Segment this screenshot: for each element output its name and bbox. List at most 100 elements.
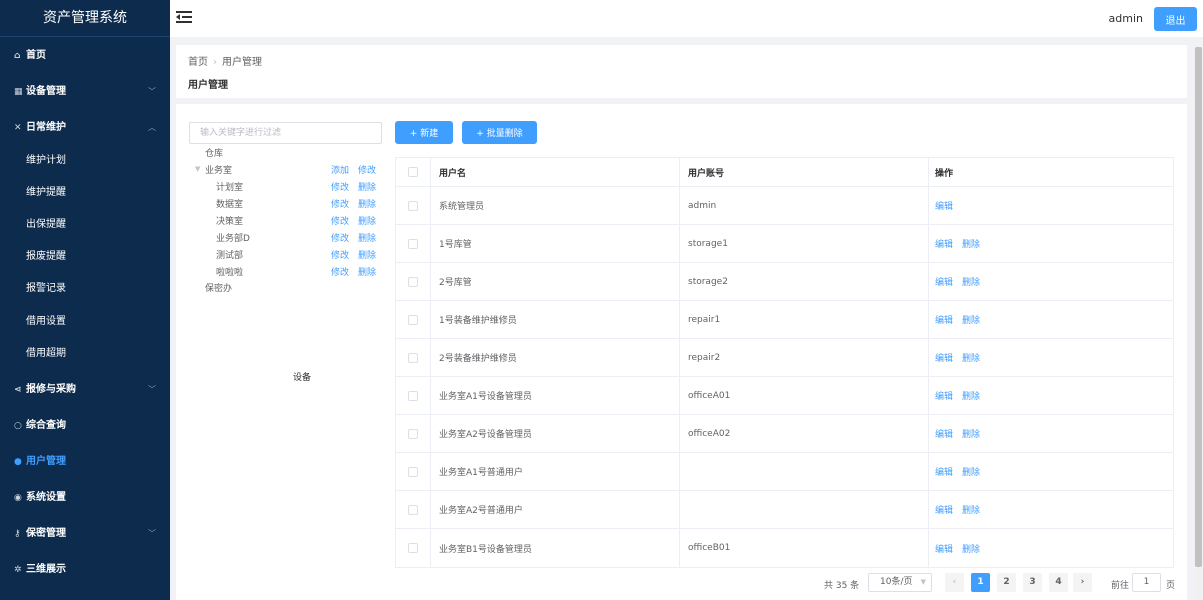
delete-link[interactable]: 删除 [962, 427, 980, 440]
edit-link[interactable]: 编辑 [935, 275, 953, 288]
tree-node-action[interactable]: 删除 [358, 180, 376, 193]
cell-account: repair2 [679, 339, 928, 376]
sidebar-item-0[interactable]: ⌂ 首页 [0, 41, 170, 71]
tree-node-action[interactable]: 删除 [358, 231, 376, 244]
edit-link[interactable]: 编辑 [935, 427, 953, 440]
sidebar-item-label: 出保提醒 [26, 219, 66, 230]
sidebar-item-label: 保密管理 [26, 528, 66, 539]
edit-link[interactable]: 编辑 [935, 351, 953, 364]
edit-link[interactable]: 编辑 [935, 237, 953, 250]
delete-link[interactable]: 删除 [962, 503, 980, 516]
share-icon: ⋖ [14, 385, 22, 395]
delete-link[interactable]: 删除 [962, 351, 980, 364]
pagination-total: 共 35 条 [824, 581, 860, 591]
next-page-button[interactable]: › [1073, 573, 1092, 592]
row-checkbox[interactable] [408, 390, 418, 401]
tree-node-action[interactable]: 修改 [331, 197, 349, 210]
tree-expand-icon[interactable]: ▼ [195, 165, 200, 173]
pagination: 共 35 条 10条/页 ▼ ‹ 1234 › 前往 1 页 [176, 573, 1187, 593]
menu-toggle-icon[interactable] [176, 9, 192, 25]
tree-node-action[interactable]: 删除 [358, 214, 376, 227]
cell-actions: 编辑 删除 [928, 453, 1175, 490]
scrollbar-thumb[interactable] [1195, 47, 1202, 567]
sidebar-item-9[interactable]: 借用超期 [0, 339, 170, 369]
prev-page-button[interactable]: ‹ [945, 573, 964, 592]
sidebar-item-1[interactable]: ▦ 设备管理 ﹀ [0, 77, 170, 107]
edit-link[interactable]: 编辑 [935, 542, 953, 555]
sidebar-item-11[interactable]: ○ 综合查询 [0, 411, 170, 441]
cell-username: 2号库管 [430, 263, 679, 300]
row-checkbox[interactable] [408, 200, 418, 211]
tree-node-label[interactable]: 决策室 [216, 214, 243, 227]
sidebar-item-3[interactable]: 维护计划 [0, 146, 170, 176]
page-button[interactable]: 4 [1049, 573, 1068, 592]
edit-link[interactable]: 编辑 [935, 465, 953, 478]
breadcrumb-home[interactable]: 首页 [188, 57, 208, 68]
tree-node-action[interactable]: 删除 [358, 248, 376, 261]
sidebar-item-10[interactable]: ⋖ 报修与采购 ﹀ [0, 375, 170, 405]
tree-node-action[interactable]: 修改 [331, 180, 349, 193]
tree-node-label[interactable]: 保密办 [205, 281, 232, 294]
sidebar-item-14[interactable]: ⚷ 保密管理 ﹀ [0, 519, 170, 549]
delete-link[interactable]: 删除 [962, 389, 980, 402]
logout-button[interactable]: 退出 [1154, 7, 1197, 31]
tree-node-action[interactable]: 修改 [331, 231, 349, 244]
delete-link[interactable]: 删除 [962, 237, 980, 250]
tree-node-action[interactable]: 删除 [358, 197, 376, 210]
sidebar-item-13[interactable]: ◉ 系统设置 [0, 483, 170, 513]
row-checkbox[interactable] [408, 428, 418, 439]
delete-link[interactable]: 删除 [962, 542, 980, 555]
tree-node-action[interactable]: 修改 [358, 163, 376, 176]
batch-delete-button[interactable]: + 批量删除 [462, 121, 537, 144]
delete-link[interactable]: 删除 [962, 275, 980, 288]
edit-link[interactable]: 编辑 [935, 313, 953, 326]
sidebar-item-4[interactable]: 维护提醒 [0, 178, 170, 208]
tree-node-label[interactable]: 测试部 [216, 248, 243, 261]
page-button[interactable]: 3 [1023, 573, 1042, 592]
tree-node-label[interactable]: 仓库 [205, 146, 223, 159]
edit-link[interactable]: 编辑 [935, 503, 953, 516]
sidebar-item-5[interactable]: 出保提醒 [0, 210, 170, 240]
new-button[interactable]: + 新建 [395, 121, 453, 144]
sidebar-item-15[interactable]: ✲ 三维展示 [0, 555, 170, 585]
row-checkbox[interactable] [408, 314, 418, 325]
sidebar-item-7[interactable]: 报警记录 [0, 274, 170, 304]
goto-page-input[interactable]: 1 [1132, 573, 1161, 592]
tree-node-action[interactable]: 修改 [331, 214, 349, 227]
row-checkbox[interactable] [408, 466, 418, 477]
sidebar-item-2[interactable]: ✕ 日常维护 ︿ [0, 113, 170, 143]
tree-node-label[interactable]: 计划室 [216, 180, 243, 193]
select-all-checkbox[interactable] [408, 167, 418, 177]
edit-link[interactable]: 编辑 [935, 389, 953, 402]
table-row: 业务室A1号设备管理员 officeA01 编辑 删除 [396, 377, 1173, 415]
tree-node-action[interactable]: 修改 [331, 265, 349, 278]
cell-account: storage1 [679, 225, 928, 262]
row-checkbox[interactable] [408, 352, 418, 363]
cell-actions: 编辑 删除 [928, 225, 1175, 262]
tree-node-label[interactable]: 业务室 [205, 163, 232, 176]
tree-filter-input[interactable] [189, 122, 382, 144]
page-button[interactable]: 2 [997, 573, 1016, 592]
row-checkbox[interactable] [408, 504, 418, 515]
delete-link[interactable]: 删除 [962, 313, 980, 326]
tree-node-label[interactable]: 啦啦啦 [216, 265, 243, 278]
page-button[interactable]: 1 [971, 573, 990, 592]
tree-node-label[interactable]: 业务部D [216, 231, 250, 244]
tree-node-action[interactable]: 修改 [331, 248, 349, 261]
header-account: 用户账号 [679, 158, 928, 186]
cell-account [679, 491, 928, 528]
sidebar-item-8[interactable]: 借用设置 [0, 307, 170, 337]
sidebar-item-6[interactable]: 报废提醒 [0, 242, 170, 272]
row-checkbox[interactable] [408, 276, 418, 287]
table-row: 2号装备维护维修员 repair2 编辑 删除 [396, 339, 1173, 377]
row-checkbox[interactable] [408, 238, 418, 249]
sidebar-item-12[interactable]: ● 用户管理 [0, 447, 170, 477]
page-size-select[interactable]: 10条/页 ▼ [868, 573, 932, 592]
edit-link[interactable]: 编辑 [935, 199, 953, 212]
delete-link[interactable]: 删除 [962, 465, 980, 478]
tree-node-label[interactable]: 数据室 [216, 197, 243, 210]
row-select-cell [396, 187, 430, 224]
tree-node-action[interactable]: 删除 [358, 265, 376, 278]
tree-node-action[interactable]: 添加 [331, 163, 349, 176]
row-checkbox[interactable] [408, 543, 418, 553]
